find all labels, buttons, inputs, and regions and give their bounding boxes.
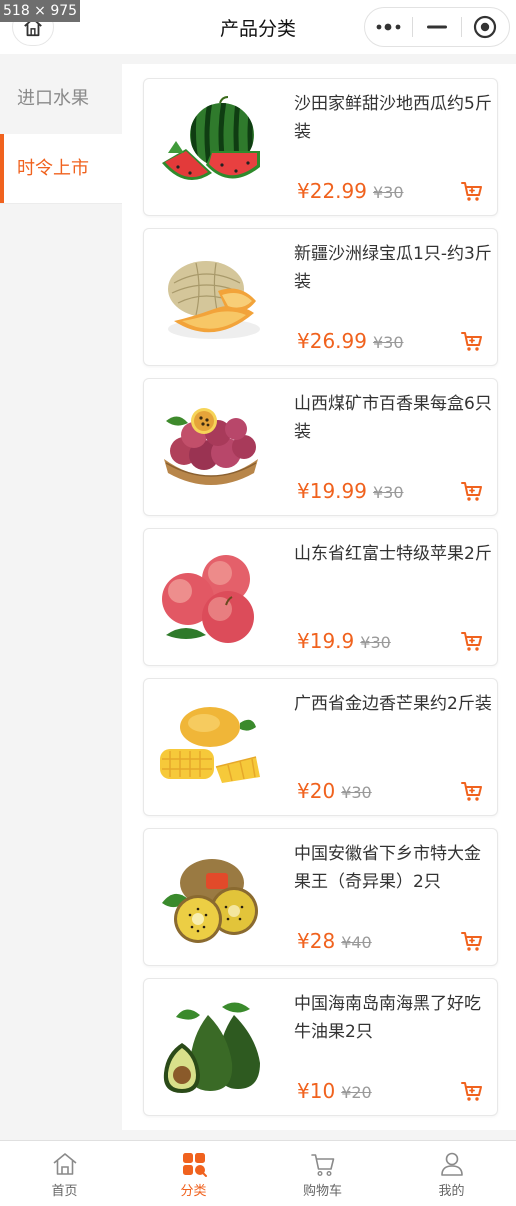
original-price: ¥40 [341, 933, 372, 952]
product-name: 山东省红富士特级苹果2斤 [294, 544, 492, 564]
product-name: 广西省金边香芒果约2斤装 [294, 694, 492, 714]
add-to-cart-icon[interactable] [460, 179, 484, 203]
tab-label: 我的 [438, 1184, 465, 1199]
sidebar-item-imported-fruit[interactable]: 进口水果 [0, 64, 122, 134]
more-dots-icon [376, 23, 401, 31]
user-icon [440, 1152, 463, 1176]
mango-image [160, 707, 260, 783]
navigation-bar: 产品分类 518 × 975 [0, 0, 516, 54]
home-icon [52, 1153, 77, 1175]
add-to-cart-icon[interactable] [460, 479, 484, 503]
product-card[interactable]: 山东省红富士特级苹果2斤 ¥19.9 ¥30 [143, 528, 498, 666]
product-price: ¥28 ¥40 [297, 929, 372, 953]
product-card[interactable]: 中国海南岛南海黑了好吃牛油果2只 ¥10 ¥20 [143, 978, 498, 1116]
tab-cart[interactable]: 购物车 [258, 1141, 387, 1206]
product-name: 中国海南岛南海黑了好吃牛油果2只 [294, 994, 481, 1042]
category-icon [182, 1153, 207, 1177]
original-price: ¥20 [341, 1083, 372, 1102]
tab-label: 购物车 [302, 1184, 342, 1199]
product-name: 山西煤矿市百香果每盒6只装 [294, 394, 492, 442]
sidebar-item-seasonal[interactable]: 时令上市 [0, 134, 122, 204]
product-card[interactable]: 广西省金边香芒果约2斤装 ¥20 ¥30 [143, 678, 498, 816]
tab-category[interactable]: 分类 [129, 1141, 258, 1206]
category-sidebar: 进口水果 时令上市 [0, 64, 122, 1058]
tab-profile[interactable]: 我的 [387, 1141, 516, 1206]
bottom-tab-bar: 首页 分类 购物车 我的 [0, 1140, 516, 1206]
add-to-cart-icon[interactable] [460, 929, 484, 953]
tab-home[interactable]: 首页 [0, 1141, 129, 1206]
add-to-cart-icon[interactable] [460, 329, 484, 353]
product-price: ¥19.9 ¥30 [297, 629, 391, 653]
apple-image [162, 555, 254, 643]
add-to-cart-icon[interactable] [460, 779, 484, 803]
minimize-button[interactable] [413, 8, 460, 46]
product-name: 新疆沙洲绿宝瓜1只-约3斤装 [294, 244, 492, 292]
product-list: 沙田家鲜甜沙地西瓜约5斤装 ¥22.99 ¥30 新疆沙洲绿宝瓜1只-约3斤装 ¥… [122, 64, 516, 1130]
avocado-image [163, 1002, 260, 1093]
original-price: ¥30 [360, 633, 391, 652]
target-close-icon [474, 15, 497, 39]
close-button[interactable] [462, 8, 509, 46]
add-to-cart-icon[interactable] [460, 629, 484, 653]
mini-program-capsule [364, 7, 510, 47]
minimize-icon [426, 25, 447, 29]
original-price: ¥30 [372, 333, 404, 352]
original-price: ¥30 [372, 183, 404, 202]
tab-label: 分类 [180, 1184, 207, 1199]
product-price: ¥20 ¥30 [297, 779, 372, 803]
product-card[interactable]: 沙田家鲜甜沙地西瓜约5斤装 ¥22.99 ¥30 [143, 78, 498, 216]
kiwi-image [162, 859, 258, 943]
product-name: 沙田家鲜甜沙地西瓜约5斤装 [294, 94, 492, 142]
watermelon-image [162, 96, 260, 181]
product-price: ¥19.99 ¥30 [297, 479, 404, 503]
melon-image [168, 261, 260, 339]
product-name: 中国安徽省下乡市特大金果王（奇异果）2只 [294, 844, 481, 892]
product-card[interactable]: 中国安徽省下乡市特大金果王（奇异果）2只 ¥28 ¥40 [143, 828, 498, 966]
original-price: ¥30 [372, 483, 404, 502]
passion-fruit-image [164, 408, 258, 485]
add-to-cart-icon[interactable] [460, 1079, 484, 1103]
product-card[interactable]: 山西煤矿市百香果每盒6只装 ¥19.99 ¥30 [143, 378, 498, 516]
original-price: ¥30 [341, 783, 372, 802]
tab-label: 首页 [51, 1184, 78, 1199]
product-card[interactable]: 新疆沙洲绿宝瓜1只-约3斤装 ¥26.99 ¥30 [143, 228, 498, 366]
dimensions-overlay: 518 × 975 [0, 0, 81, 22]
cart-icon [310, 1154, 334, 1177]
product-price: ¥26.99 ¥30 [297, 329, 404, 353]
product-price: ¥10 ¥20 [297, 1079, 372, 1103]
more-button[interactable] [365, 8, 412, 46]
product-price: ¥22.99 ¥30 [297, 179, 404, 203]
